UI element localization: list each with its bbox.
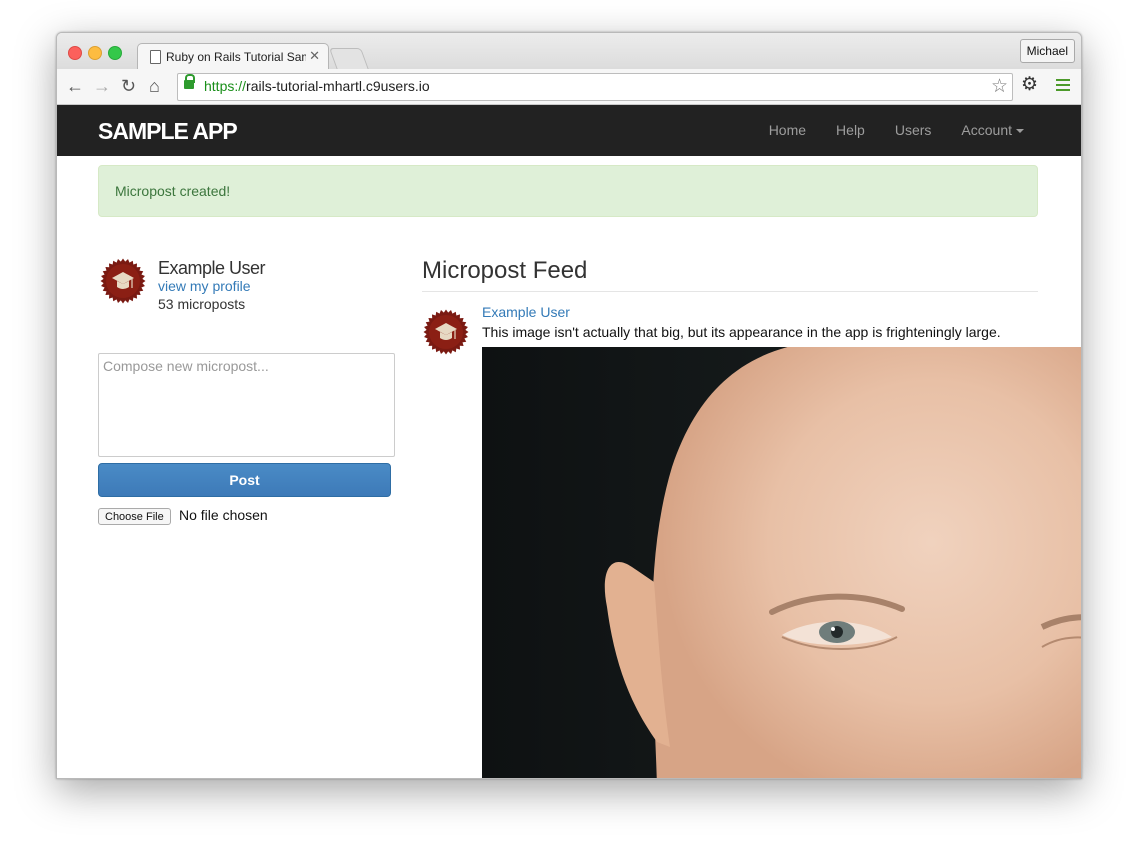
choose-file-button[interactable]: Choose File xyxy=(98,508,171,525)
nav-home[interactable]: Home xyxy=(754,105,821,156)
divider xyxy=(422,291,1038,292)
nav-account-label: Account xyxy=(961,122,1012,138)
user-name: Example User xyxy=(158,258,266,278)
flash-message: Micropost created! xyxy=(98,165,1038,217)
tab-title: Ruby on Rails Tutorial Samp xyxy=(166,50,306,64)
feed-user-link[interactable]: Example User xyxy=(482,304,570,320)
logo[interactable]: SAMPLE APP xyxy=(98,118,238,145)
micropost-image xyxy=(482,347,1081,778)
home-icon[interactable]: ⌂ xyxy=(149,75,160,97)
maximize-window-button[interactable] xyxy=(108,46,122,60)
feed-title: Micropost Feed xyxy=(422,257,588,284)
file-status: No file chosen xyxy=(179,507,268,523)
micropost-count: 53 microposts xyxy=(158,296,246,312)
new-tab-button[interactable] xyxy=(328,48,370,70)
feed-content: This image isn't actually that big, but … xyxy=(482,324,1001,340)
browser-tab[interactable]: Ruby on Rails Tutorial Samp ✕ xyxy=(137,43,329,70)
web-page: SAMPLE APP Home Help Users Account Micro… xyxy=(57,105,1081,778)
profile-button[interactable]: Michael xyxy=(1019,39,1075,63)
nav-account[interactable]: Account xyxy=(946,105,1039,156)
site-navbar: SAMPLE APP Home Help Users Account xyxy=(57,105,1081,156)
forward-icon[interactable]: → xyxy=(93,75,111,97)
nav-links: Home Help Users Account xyxy=(754,105,1039,156)
minimize-window-button[interactable] xyxy=(88,46,102,60)
gravatar-icon[interactable] xyxy=(423,309,469,355)
reload-icon[interactable]: ↻ xyxy=(121,75,136,97)
bookmark-star-icon[interactable]: ☆ xyxy=(991,75,1008,98)
browser-window: Ruby on Rails Tutorial Samp ✕ Michael ← … xyxy=(56,32,1082,779)
close-tab-icon[interactable]: ✕ xyxy=(309,48,320,64)
nav-users[interactable]: Users xyxy=(880,105,947,156)
back-icon[interactable]: ← xyxy=(66,75,84,97)
browser-toolbar: ← → ↻ ⌂ https://rails-tutorial-mhartl.c9… xyxy=(57,69,1081,105)
close-window-button[interactable] xyxy=(68,46,82,60)
view-profile-link[interactable]: view my profile xyxy=(158,278,251,294)
post-button[interactable]: Post xyxy=(98,463,391,497)
micropost-textarea[interactable] xyxy=(98,353,395,457)
address-bar[interactable]: https://rails-tutorial-mhartl.c9users.io… xyxy=(177,73,1013,101)
nav-help[interactable]: Help xyxy=(821,105,880,156)
flash-text: Micropost created! xyxy=(115,183,231,199)
settings-gear-icon[interactable]: ⚙ xyxy=(1021,73,1038,96)
gravatar-icon[interactable] xyxy=(100,258,146,304)
document-icon xyxy=(150,50,161,64)
tab-strip: Ruby on Rails Tutorial Samp ✕ Michael xyxy=(57,33,1081,70)
caret-down-icon xyxy=(1016,129,1024,134)
menu-icon[interactable] xyxy=(1056,79,1070,94)
url-text[interactable]: https://rails-tutorial-mhartl.c9users.io xyxy=(204,78,430,94)
lock-icon xyxy=(184,74,195,89)
